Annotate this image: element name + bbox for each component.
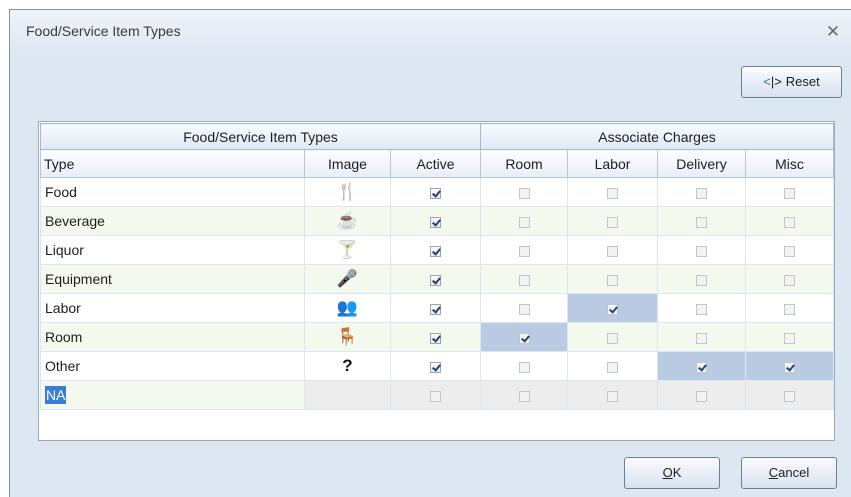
table-row[interactable]: Labor 👥 — [40, 293, 834, 323]
room-checkbox[interactable] — [518, 332, 530, 344]
column-header-delivery[interactable]: Delivery — [657, 149, 746, 178]
type-cell[interactable]: Other — [40, 351, 305, 381]
new-row-image-cell — [304, 380, 391, 410]
fork-knife-icon: 🍴 — [336, 182, 359, 201]
close-icon[interactable]: ✕ — [821, 20, 845, 44]
misc-checkbox[interactable] — [784, 216, 795, 228]
misc-checkbox[interactable] — [784, 361, 795, 373]
new-row-type-input[interactable]: NA — [40, 380, 305, 410]
grid-table: Food/Service Item Types Associate Charge… — [40, 123, 834, 410]
delivery-checkbox[interactable] — [696, 216, 707, 228]
type-cell[interactable]: Equipment — [40, 264, 305, 294]
type-cell[interactable]: Labor — [40, 293, 305, 323]
misc-checkbox[interactable] — [784, 303, 795, 315]
room-checkbox[interactable] — [518, 274, 530, 286]
misc-checkbox[interactable] — [784, 390, 795, 402]
active-checkbox[interactable] — [430, 216, 441, 228]
room-checkbox[interactable] — [518, 187, 530, 199]
ok-button[interactable]: OK — [624, 457, 720, 489]
reset-label: Reset — [785, 74, 820, 89]
delivery-checkbox[interactable] — [696, 303, 707, 315]
active-checkbox[interactable] — [430, 332, 441, 344]
active-checkbox[interactable] — [430, 187, 441, 199]
column-header-room[interactable]: Room — [480, 149, 568, 178]
band-header-item-types: Food/Service Item Types — [40, 123, 481, 150]
misc-checkbox[interactable] — [784, 332, 795, 344]
column-header-active[interactable]: Active — [390, 149, 481, 178]
labor-checkbox[interactable] — [607, 245, 618, 257]
column-header-image[interactable]: Image — [304, 149, 391, 178]
active-checkbox[interactable] — [430, 361, 441, 373]
cocktail-icon: 🍸 — [336, 240, 359, 259]
room-checkbox[interactable] — [518, 245, 530, 257]
reset-button[interactable]: <|> Reset — [741, 66, 842, 98]
new-row-type-value: NA — [45, 386, 67, 404]
room-checkbox[interactable] — [518, 390, 530, 402]
delivery-checkbox[interactable] — [696, 187, 707, 199]
type-cell[interactable]: Liquor — [40, 235, 305, 265]
delivery-checkbox[interactable] — [696, 245, 707, 257]
misc-checkbox[interactable] — [784, 274, 795, 286]
labor-checkbox[interactable] — [607, 303, 618, 315]
dialog-title: Food/Service Item Types — [26, 23, 181, 39]
misc-checkbox[interactable] — [784, 187, 795, 199]
column-header-labor[interactable]: Labor — [567, 149, 658, 178]
type-cell[interactable]: Beverage — [40, 206, 305, 236]
room-checkbox[interactable] — [518, 361, 530, 373]
band-header-associate-charges: Associate Charges — [480, 123, 834, 150]
table-row[interactable]: Liquor 🍸 — [40, 235, 834, 265]
table-row[interactable]: Beverage ☕ — [40, 206, 834, 236]
reset-arrows-icon: <|> — [763, 74, 782, 89]
labor-checkbox[interactable] — [607, 274, 618, 286]
labor-checkbox[interactable] — [607, 187, 618, 199]
type-cell[interactable]: Room — [40, 322, 305, 352]
delivery-checkbox[interactable] — [696, 390, 707, 402]
table-icon: 🪑 — [336, 327, 359, 346]
cup-icon: ☕ — [336, 211, 359, 230]
labor-checkbox[interactable] — [607, 361, 618, 373]
type-cell[interactable]: Food — [40, 177, 305, 207]
table-row[interactable]: Room 🪑 — [40, 322, 834, 352]
item-types-grid: Food/Service Item Types Associate Charge… — [38, 121, 835, 441]
labor-checkbox[interactable] — [607, 332, 618, 344]
delivery-checkbox[interactable] — [696, 361, 707, 373]
labor-checkbox[interactable] — [607, 390, 618, 402]
column-header-misc[interactable]: Misc — [745, 149, 834, 178]
delivery-checkbox[interactable] — [696, 274, 707, 286]
dialog-window: Food/Service Item Types ✕ <|> Reset Food/… — [9, 9, 851, 497]
active-checkbox[interactable] — [430, 274, 441, 286]
labor-checkbox[interactable] — [607, 216, 618, 228]
active-checkbox[interactable] — [430, 390, 441, 402]
people-icon: 👥 — [336, 298, 359, 317]
question-icon: ? — [342, 356, 353, 375]
table-row[interactable]: Equipment 🎤 — [40, 264, 834, 294]
misc-checkbox[interactable] — [784, 245, 795, 257]
room-checkbox[interactable] — [518, 303, 530, 315]
table-row[interactable]: Food 🍴 — [40, 177, 834, 207]
microphone-icon: 🎤 — [336, 269, 359, 288]
room-checkbox[interactable] — [518, 216, 530, 228]
new-row[interactable]: NA — [40, 380, 834, 410]
column-header-type[interactable]: Type — [40, 149, 305, 178]
ok-label: OK — [662, 465, 682, 480]
active-checkbox[interactable] — [430, 245, 441, 257]
title-bar: Food/Service Item Types ✕ — [10, 10, 851, 56]
table-row[interactable]: Other? — [40, 351, 834, 381]
delivery-checkbox[interactable] — [696, 332, 707, 344]
cancel-label: Cancel — [768, 465, 810, 480]
cancel-button[interactable]: Cancel — [741, 457, 837, 489]
active-checkbox[interactable] — [430, 303, 441, 315]
